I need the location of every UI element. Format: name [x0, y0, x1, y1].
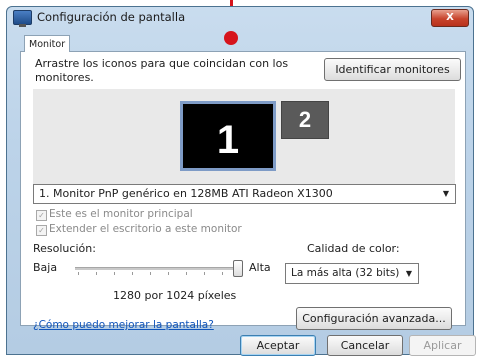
slider-tick: [132, 272, 133, 275]
extend-desktop-checkbox[interactable]: ✓ Extender el escritorio a este monitor: [36, 223, 242, 236]
tab-monitor[interactable]: Monitor: [24, 35, 71, 52]
advanced-settings-button[interactable]: Configuración avanzada...: [296, 307, 452, 330]
identify-monitors-button[interactable]: Identificar monitores: [324, 58, 461, 81]
primary-monitor-label: Este es el monitor principal: [49, 208, 193, 220]
chevron-down-icon: ▼: [405, 269, 412, 278]
checkbox-icon: ✓: [36, 210, 47, 221]
resolution-slider-track[interactable]: [75, 267, 239, 270]
slider-tick: [96, 272, 97, 275]
help-link[interactable]: ¿Cómo puedo mejorar la pantalla?: [33, 319, 214, 331]
apply-button[interactable]: Aplicar: [409, 335, 476, 356]
color-quality-select[interactable]: La más alta (32 bits) ▼: [285, 263, 419, 284]
monitor-arrangement-area: 1 2: [33, 89, 455, 190]
resolution-high-label: Alta: [249, 261, 271, 274]
checkbox-icon: ✓: [36, 225, 47, 236]
resolution-low-label: Baja: [33, 261, 58, 274]
extend-desktop-label: Extender el escritorio a este monitor: [49, 223, 242, 235]
monitor-panel: Arrastre los iconos para que coincidan c…: [20, 51, 466, 331]
monitor-1-icon[interactable]: 1: [180, 101, 276, 171]
monitor-2-icon[interactable]: 2: [281, 101, 329, 139]
slider-tick: [204, 272, 205, 275]
slider-tick: [222, 272, 223, 275]
slider-tick: [168, 272, 169, 275]
resolution-value: 1280 por 1024 píxeles: [113, 289, 237, 302]
instruction-text: Arrastre los iconos para que coincidan c…: [35, 57, 289, 84]
monitor-select[interactable]: 1. Monitor PnP genérico en 128MB ATI Rad…: [33, 184, 456, 204]
slider-tick: [150, 272, 151, 275]
monitor-select-value: 1. Monitor PnP genérico en 128MB ATI Rad…: [39, 187, 333, 200]
window-title: Configuración de pantalla: [37, 10, 186, 24]
slider-tick: [78, 272, 79, 275]
resolution-label: Resolución:: [33, 242, 96, 255]
accept-button[interactable]: Aceptar: [240, 335, 316, 356]
cancel-button[interactable]: Cancelar: [327, 335, 403, 356]
color-quality-label: Calidad de color:: [307, 242, 400, 255]
title-bar: Configuración de pantalla X: [7, 7, 473, 29]
chevron-down-icon: ▼: [442, 189, 449, 198]
display-settings-window: Configuración de pantalla X Monitor Arra…: [6, 6, 476, 356]
color-quality-value: La más alta (32 bits): [291, 267, 400, 279]
monitor-icon: [13, 10, 32, 27]
slider-tick: [186, 272, 187, 275]
close-button[interactable]: X: [431, 9, 469, 27]
annotation-dot: [224, 31, 238, 45]
primary-monitor-checkbox[interactable]: ✓ Este es el monitor principal: [36, 208, 193, 221]
slider-tick: [114, 272, 115, 275]
resolution-slider-thumb[interactable]: [233, 260, 243, 277]
